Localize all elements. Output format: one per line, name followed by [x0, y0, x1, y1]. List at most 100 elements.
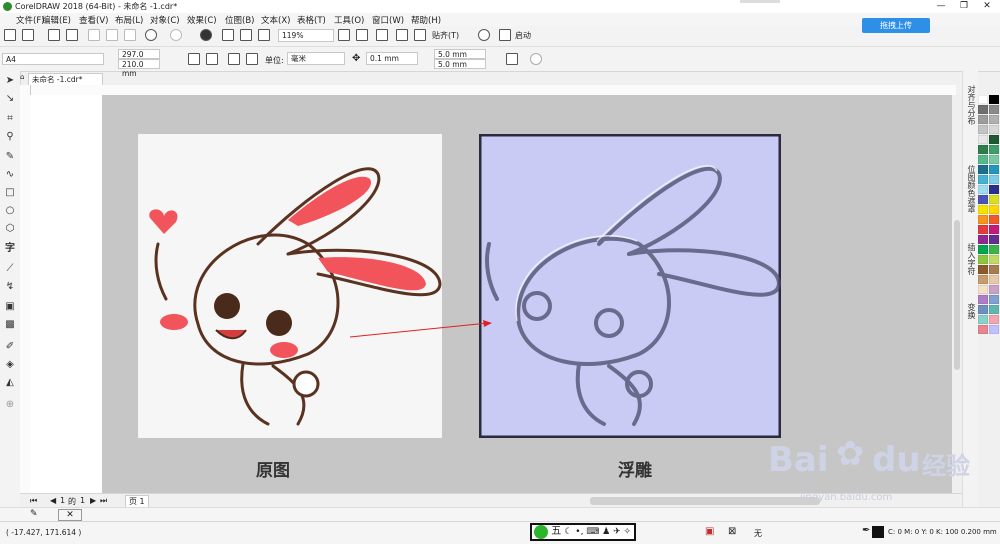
import-icon[interactable]	[222, 29, 234, 41]
docker-tab-insert-char[interactable]: 插入字符	[965, 243, 976, 275]
relief-bunny-image[interactable]	[478, 133, 782, 439]
docker-tab-bitmap-mask[interactable]: 位图颜色遮罩	[965, 165, 976, 213]
palette-swatch[interactable]	[989, 175, 999, 184]
copy-icon[interactable]	[106, 29, 118, 41]
duplicate-y-field[interactable]: 5.0 mm	[434, 59, 486, 69]
menu-window[interactable]: 窗口(W)	[372, 14, 404, 26]
zoom-tool-icon[interactable]: ⚲	[4, 131, 16, 143]
palette-swatch[interactable]	[978, 285, 988, 294]
palette-swatch[interactable]	[989, 275, 999, 284]
palette-swatch[interactable]	[989, 235, 999, 244]
menu-help[interactable]: 帮助(H)	[411, 14, 441, 26]
palette-swatch[interactable]	[978, 315, 988, 324]
palette-swatch[interactable]	[989, 155, 999, 164]
vertical-scroll-thumb[interactable]	[954, 220, 960, 370]
menu-file[interactable]: 文件(F)	[16, 14, 45, 26]
menu-edit[interactable]: 编辑(E)	[42, 14, 71, 26]
duplicate-x-field[interactable]: 5.0 mm	[434, 49, 486, 59]
current-page-icon[interactable]	[246, 53, 258, 65]
palette-swatch[interactable]	[989, 105, 999, 114]
undo-icon[interactable]	[145, 29, 157, 41]
pick-tool-icon[interactable]: ➤	[4, 75, 16, 87]
add-tool-icon[interactable]: ⊕	[4, 399, 16, 411]
palette-swatch[interactable]	[989, 305, 999, 314]
page-size-select[interactable]: A4	[2, 53, 104, 65]
palette-swatch[interactable]	[978, 105, 988, 114]
transparency-tool-icon[interactable]: ▩	[4, 319, 16, 331]
smart-fill-icon[interactable]: ◭	[4, 377, 16, 389]
palette-swatch[interactable]	[978, 145, 988, 154]
palette-swatch[interactable]	[989, 145, 999, 154]
palette-swatch[interactable]	[978, 295, 988, 304]
menu-effects[interactable]: 效果(C)	[187, 14, 217, 26]
drag-handle[interactable]	[740, 0, 780, 3]
freehand-tool-icon[interactable]: ✎	[4, 151, 16, 163]
palette-swatch[interactable]	[978, 175, 988, 184]
parallel-dimension-icon[interactable]: ⟋	[4, 263, 16, 275]
menu-layout[interactable]: 布局(L)	[115, 14, 143, 26]
palette-swatch[interactable]	[978, 115, 988, 124]
palette-swatch[interactable]	[989, 325, 999, 334]
shape-tool-icon[interactable]: ↘	[4, 93, 16, 105]
eyedropper-tool-icon[interactable]: ✐	[4, 341, 16, 353]
first-page-icon[interactable]: ⏮	[30, 496, 37, 506]
pen-icon[interactable]: ✎	[30, 509, 38, 519]
rulers-icon[interactable]	[356, 29, 368, 41]
palette-swatch[interactable]	[989, 125, 999, 134]
redo-icon[interactable]	[170, 29, 182, 41]
units-select[interactable]: 毫米	[287, 52, 345, 65]
new-document-icon[interactable]	[4, 29, 16, 41]
palette-swatch[interactable]	[978, 95, 988, 104]
save-icon[interactable]	[48, 29, 60, 41]
ellipse-tool-icon[interactable]: ○	[4, 205, 16, 217]
snap-to-dropdown[interactable]: 贴齐(T)	[432, 30, 459, 41]
add-icon[interactable]	[530, 53, 542, 65]
palette-swatch[interactable]	[978, 165, 988, 174]
palette-swatch[interactable]	[989, 285, 999, 294]
polygon-tool-icon[interactable]: ⬡	[4, 223, 16, 235]
grid-icon[interactable]	[376, 29, 388, 41]
settings-gear-icon[interactable]	[478, 29, 490, 41]
all-pages-icon[interactable]	[228, 53, 240, 65]
prev-page-icon[interactable]: ◀	[50, 496, 56, 505]
launch-dropdown[interactable]: 启动	[515, 30, 531, 41]
palette-swatch[interactable]	[989, 185, 999, 194]
original-bunny-image[interactable]	[138, 134, 442, 438]
cut-icon[interactable]	[88, 29, 100, 41]
launch-icon[interactable]	[499, 29, 511, 41]
drop-shadow-tool-icon[interactable]: ▣	[4, 301, 16, 313]
palette-swatch[interactable]	[989, 245, 999, 254]
palette-swatch[interactable]	[978, 215, 988, 224]
palette-swatch[interactable]	[989, 225, 999, 234]
no-color-swatch-icon[interactable]: ✕	[58, 509, 82, 521]
palette-swatch[interactable]	[978, 135, 988, 144]
menu-tools[interactable]: 工具(O)	[334, 14, 364, 26]
zoom-level-field[interactable]: 119%	[278, 29, 334, 42]
outline-color-swatch[interactable]	[872, 526, 884, 538]
palette-swatch[interactable]	[989, 315, 999, 324]
menu-bitmaps[interactable]: 位图(B)	[225, 14, 254, 26]
page-height-field[interactable]: 210.0 mm	[118, 59, 160, 78]
palette-swatch[interactable]	[978, 265, 988, 274]
tab-arrow-icon[interactable]: ⌂	[20, 73, 28, 83]
palette-swatch[interactable]	[978, 245, 988, 254]
crop-tool-icon[interactable]: ⌗	[4, 113, 16, 125]
palette-swatch[interactable]	[989, 165, 999, 174]
palette-swatch[interactable]	[989, 135, 999, 144]
text-tool-icon[interactable]: 字	[4, 243, 16, 255]
ime-mode-label[interactable]: 五	[551, 526, 561, 537]
palette-swatch[interactable]	[978, 195, 988, 204]
corel-connect-icon[interactable]	[200, 29, 212, 41]
palette-swatch[interactable]	[978, 205, 988, 214]
docker-tab-align[interactable]: 对齐与分布	[965, 85, 976, 125]
rectangle-tool-icon[interactable]: □	[4, 187, 16, 199]
drag-upload-button[interactable]: 拖拽上传	[862, 18, 930, 33]
nudge-distance-field[interactable]: 0.1 mm	[366, 52, 418, 65]
minimize-button[interactable]: —	[930, 0, 952, 13]
palette-swatch[interactable]	[989, 205, 999, 214]
paste-icon[interactable]	[124, 29, 136, 41]
palette-swatch[interactable]	[989, 95, 999, 104]
ime-toolbar[interactable]: 五 ☾ •, ⌨ ♟ ✈ ✧	[530, 523, 636, 541]
palette-swatch[interactable]	[978, 155, 988, 164]
menu-table[interactable]: 表格(T)	[297, 14, 326, 26]
